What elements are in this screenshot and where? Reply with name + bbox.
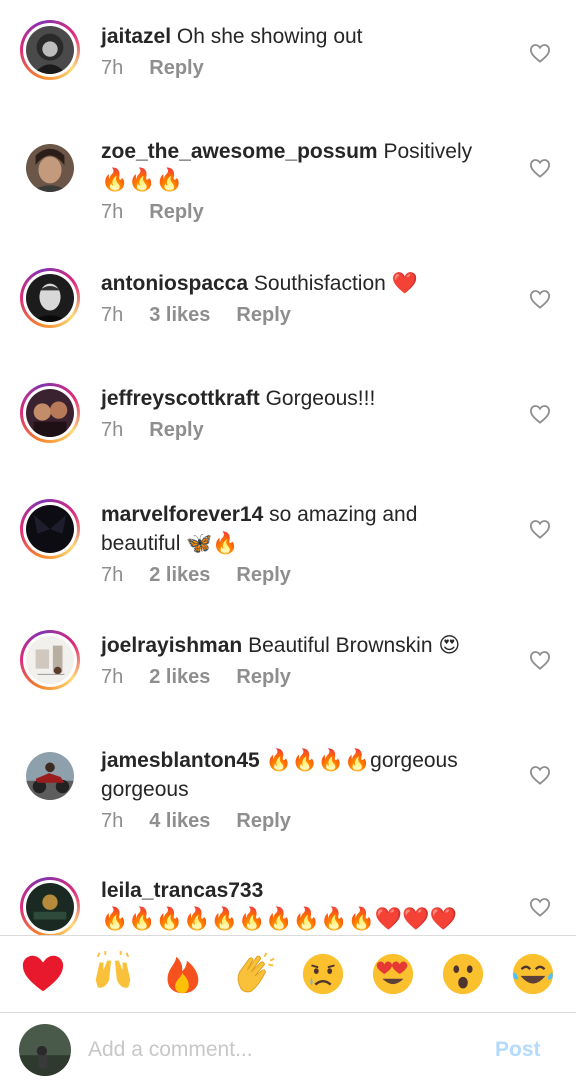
red-heart-icon[interactable] <box>18 949 68 999</box>
avatar-story-ring[interactable] <box>20 20 80 80</box>
comment-text: leila_trancas733 🔥🔥🔥🔥🔥🔥🔥🔥🔥🔥❤️❤️❤️ <box>101 876 501 934</box>
avatar-story-ring[interactable] <box>20 877 80 935</box>
comment-time: 7h <box>101 666 124 688</box>
avatar[interactable] <box>26 636 74 684</box>
reply-button[interactable]: Reply <box>236 564 290 587</box>
comment-username[interactable]: jamesblanton45 <box>101 749 260 772</box>
comment-text: joelrayishman Beautiful Brownskin 😍 <box>101 631 501 660</box>
avatar-wrapper[interactable] <box>20 138 80 198</box>
avatar-wrapper[interactable] <box>20 746 80 806</box>
add-comment-input[interactable] <box>88 1035 468 1065</box>
avatar-story-ring[interactable] <box>20 630 80 690</box>
comment-meta: 7h Reply <box>101 419 501 442</box>
comment-username[interactable]: zoe_the_awesome_possum <box>101 140 378 163</box>
like-heart-icon[interactable] <box>529 404 551 424</box>
fire-icon[interactable] <box>158 949 208 999</box>
comment-emoji-line: 🔥🔥🔥 <box>101 168 184 193</box>
reply-button[interactable]: Reply <box>236 666 290 689</box>
post-button[interactable]: Post <box>495 1038 541 1062</box>
current-user-avatar[interactable] <box>19 1024 71 1076</box>
comment-meta: 7h 2 likes Reply <box>101 564 501 587</box>
like-heart-icon[interactable] <box>529 650 551 670</box>
comment-time: 7h <box>101 57 124 79</box>
clapping-hands-icon[interactable] <box>228 949 278 999</box>
comment-time: 7h <box>101 419 124 441</box>
avatar-story-ring[interactable] <box>20 268 80 328</box>
comment-meta: 7h Reply <box>101 201 501 224</box>
comments-list[interactable]: jaitazel Oh she showing out 7h Reply zoe… <box>0 0 576 935</box>
avatar-story-ring[interactable] <box>20 499 80 559</box>
comment-username[interactable]: joelrayishman <box>101 634 242 657</box>
comment-meta: 7h 4 likes Reply <box>101 810 501 833</box>
reply-button[interactable]: Reply <box>149 201 203 224</box>
comment-time: 7h <box>101 201 124 223</box>
comment-body: Beautiful Brownskin 😍 <box>248 634 461 657</box>
avatar[interactable] <box>26 26 74 74</box>
comment-meta: 7h Reply <box>101 57 501 80</box>
like-heart-icon[interactable] <box>529 289 551 309</box>
comment-text: zoe_the_awesome_possum Positively 🔥🔥🔥 <box>101 137 501 195</box>
comment-text: antoniospacca Southisfaction ❤️ <box>101 269 501 298</box>
raising-hands-icon[interactable] <box>88 949 138 999</box>
comment-text: jeffreyscottkraft Gorgeous!!! <box>101 384 501 413</box>
reply-button[interactable]: Reply <box>236 304 290 327</box>
like-heart-icon[interactable] <box>529 43 551 63</box>
comment-body: Oh she showing out <box>176 25 363 48</box>
comment-body: 🔥🔥🔥🔥🔥🔥🔥🔥🔥🔥❤️❤️❤️ <box>101 907 458 932</box>
comment-text: jamesblanton45 🔥🔥🔥🔥gorgeous gorgeous <box>101 746 501 804</box>
avatar[interactable] <box>26 144 74 192</box>
avatar-story-ring[interactable] <box>20 383 80 443</box>
reply-button[interactable]: Reply <box>149 57 203 80</box>
comment-username[interactable]: leila_trancas733 <box>101 879 263 902</box>
comment-time: 7h <box>101 810 124 832</box>
avatar[interactable] <box>26 883 74 931</box>
comment-time: 7h <box>101 304 124 326</box>
comment-text: jaitazel Oh she showing out <box>101 22 501 51</box>
likes-count[interactable]: 4 likes <box>149 810 210 833</box>
comment-composer: Post <box>0 1013 576 1083</box>
comment-meta: 7h 3 likes Reply <box>101 304 501 327</box>
like-heart-icon[interactable] <box>529 897 551 917</box>
reply-button[interactable]: Reply <box>149 419 203 442</box>
emoji-reaction-bar <box>0 936 576 1012</box>
surprised-face-icon[interactable] <box>438 949 488 999</box>
reply-button[interactable]: Reply <box>236 810 290 833</box>
comment-body: Gorgeous!!! <box>265 387 376 410</box>
avatar[interactable] <box>26 505 74 553</box>
comment-username[interactable]: marvelforever14 <box>101 503 263 526</box>
like-heart-icon[interactable] <box>529 158 551 178</box>
avatar[interactable] <box>26 752 74 800</box>
tears-of-joy-icon[interactable] <box>508 949 558 999</box>
like-heart-icon[interactable] <box>529 765 551 785</box>
comment-username[interactable]: antoniospacca <box>101 272 248 295</box>
comment-meta: 7h 2 likes Reply <box>101 666 501 689</box>
comment-body: Positively <box>383 140 473 163</box>
comment-username[interactable]: jaitazel <box>101 25 171 48</box>
avatar[interactable] <box>26 389 74 437</box>
likes-count[interactable]: 2 likes <box>149 564 210 587</box>
crying-face-icon[interactable] <box>298 949 348 999</box>
comment-body: Southisfaction ❤️ <box>253 272 418 295</box>
avatar[interactable] <box>26 274 74 322</box>
likes-count[interactable]: 3 likes <box>149 304 210 327</box>
comment-time: 7h <box>101 564 124 586</box>
comment-text: marvelforever14 so amazing and beautiful… <box>101 500 501 558</box>
comment-username[interactable]: jeffreyscottkraft <box>101 387 260 410</box>
likes-count[interactable]: 2 likes <box>149 666 210 689</box>
like-heart-icon[interactable] <box>529 519 551 539</box>
heart-eyes-icon[interactable] <box>368 949 418 999</box>
